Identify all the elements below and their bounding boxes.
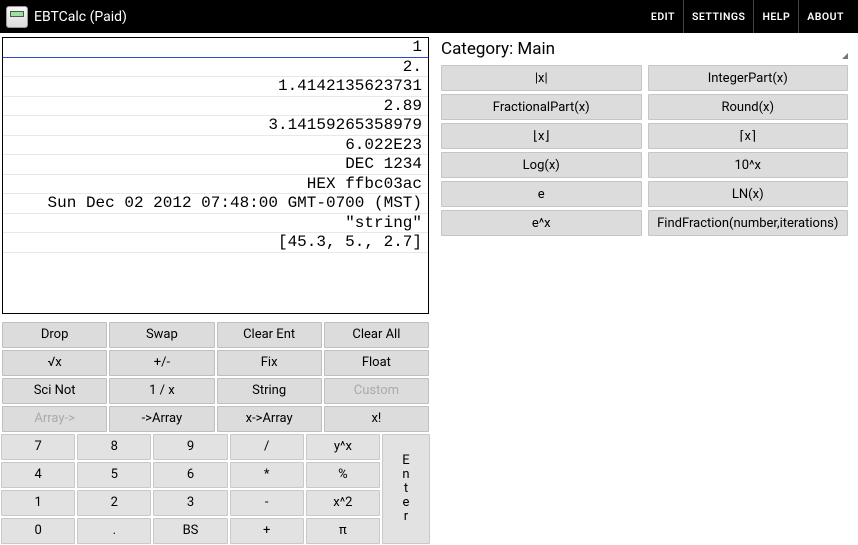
stack-line: 1.4142135623731 xyxy=(3,77,428,97)
key-4[interactable]: 4 xyxy=(1,462,75,488)
key-9[interactable]: 9 xyxy=(153,434,227,460)
key-1[interactable]: 1 xyxy=(1,490,75,516)
key-multiply[interactable]: * xyxy=(230,462,304,488)
stack-line: HEX ffbc03ac xyxy=(3,175,428,195)
to-array-button[interactable]: ->Array xyxy=(109,406,214,432)
dropdown-icon xyxy=(842,53,848,59)
category-title: Category: Main xyxy=(441,39,555,59)
stack-padding xyxy=(3,253,428,313)
custom-button: Custom xyxy=(324,378,429,404)
log-button[interactable]: Log(x) xyxy=(441,152,642,178)
stack-line: 1 xyxy=(3,38,428,58)
abs-button[interactable]: |x| xyxy=(441,65,642,91)
menu-settings[interactable]: SETTINGS xyxy=(683,0,753,33)
negate-button[interactable]: +/- xyxy=(109,350,214,376)
key-backspace[interactable]: BS xyxy=(153,518,227,544)
key-2[interactable]: 2 xyxy=(77,490,151,516)
ln-button[interactable]: LN(x) xyxy=(648,181,849,207)
key-3[interactable]: 3 xyxy=(153,490,227,516)
swap-button[interactable]: Swap xyxy=(109,322,214,348)
epow-button[interactable]: e^x xyxy=(441,210,642,236)
key-0[interactable]: 0 xyxy=(1,518,75,544)
reciprocal-button[interactable]: 1 / x xyxy=(109,378,214,404)
floor-button[interactable]: ⌊x⌋ xyxy=(441,123,642,149)
fix-button[interactable]: Fix xyxy=(217,350,322,376)
stack-line: 6.022E23 xyxy=(3,136,428,156)
key-pi[interactable]: π xyxy=(306,518,380,544)
stack-line: Sun Dec 02 2012 07:48:00 GMT-0700 (MST) xyxy=(3,194,428,214)
key-8[interactable]: 8 xyxy=(77,434,151,460)
stack-line: 2.89 xyxy=(3,97,428,117)
key-6[interactable]: 6 xyxy=(153,462,227,488)
category-grid: |x| IntegerPart(x) FractionalPart(x) Rou… xyxy=(435,63,854,238)
tenpow-button[interactable]: 10^x xyxy=(648,152,849,178)
key-plus[interactable]: + xyxy=(230,518,304,544)
key-7[interactable]: 7 xyxy=(1,434,75,460)
key-enter[interactable]: E n t e r xyxy=(382,434,430,544)
keypad: 7 8 9 / y^x 4 5 6 * % 1 2 3 - x^2 0 . BS… xyxy=(0,433,431,545)
stack-line: [45.3, 5., 2.7] xyxy=(3,233,428,253)
menu-help[interactable]: HELP xyxy=(753,0,798,33)
stack-line: "string" xyxy=(3,214,428,234)
round-button[interactable]: Round(x) xyxy=(648,94,849,120)
app-title: EBTCalc (Paid) xyxy=(34,9,127,25)
e-button[interactable]: e xyxy=(441,181,642,207)
menu-about[interactable]: ABOUT xyxy=(798,0,852,33)
key-dot[interactable]: . xyxy=(77,518,151,544)
key-minus[interactable]: - xyxy=(230,490,304,516)
key-percent[interactable]: % xyxy=(306,462,380,488)
array-out-button: Array-> xyxy=(2,406,107,432)
app-icon xyxy=(6,6,28,28)
factorial-button[interactable]: x! xyxy=(324,406,429,432)
stack-line: DEC 1234 xyxy=(3,155,428,175)
string-button[interactable]: String xyxy=(217,378,322,404)
category-dropdown[interactable]: Category: Main xyxy=(435,33,854,63)
findfraction-button[interactable]: FindFraction(number,iterations) xyxy=(648,210,849,236)
sqrt-button[interactable]: √x xyxy=(2,350,107,376)
fractionalpart-button[interactable]: FractionalPart(x) xyxy=(441,94,642,120)
stack-display: 1 2. 1.4142135623731 2.89 3.141592653589… xyxy=(2,37,429,314)
ceil-button[interactable]: ⌈x⌉ xyxy=(648,123,849,149)
key-enter-label: E n t e r xyxy=(402,454,409,524)
clear-ent-button[interactable]: Clear Ent xyxy=(217,322,322,348)
key-divide[interactable]: / xyxy=(230,434,304,460)
clear-all-button[interactable]: Clear All xyxy=(324,322,429,348)
integerpart-button[interactable]: IntegerPart(x) xyxy=(648,65,849,91)
drop-button[interactable]: Drop xyxy=(2,322,107,348)
key-power[interactable]: y^x xyxy=(306,434,380,460)
stack-line: 3.14159265358979 xyxy=(3,116,428,136)
key-square[interactable]: x^2 xyxy=(306,490,380,516)
menu-edit[interactable]: EDIT xyxy=(643,0,683,33)
float-button[interactable]: Float xyxy=(324,350,429,376)
func-pad: Drop Swap Clear Ent Clear All √x +/- Fix… xyxy=(0,320,431,433)
stack-line: 2. xyxy=(3,58,428,78)
key-5[interactable]: 5 xyxy=(77,462,151,488)
topbar: EBTCalc (Paid) EDIT SETTINGS HELP ABOUT xyxy=(0,0,858,33)
x-to-array-button[interactable]: x->Array xyxy=(217,406,322,432)
scinot-button[interactable]: Sci Not xyxy=(2,378,107,404)
